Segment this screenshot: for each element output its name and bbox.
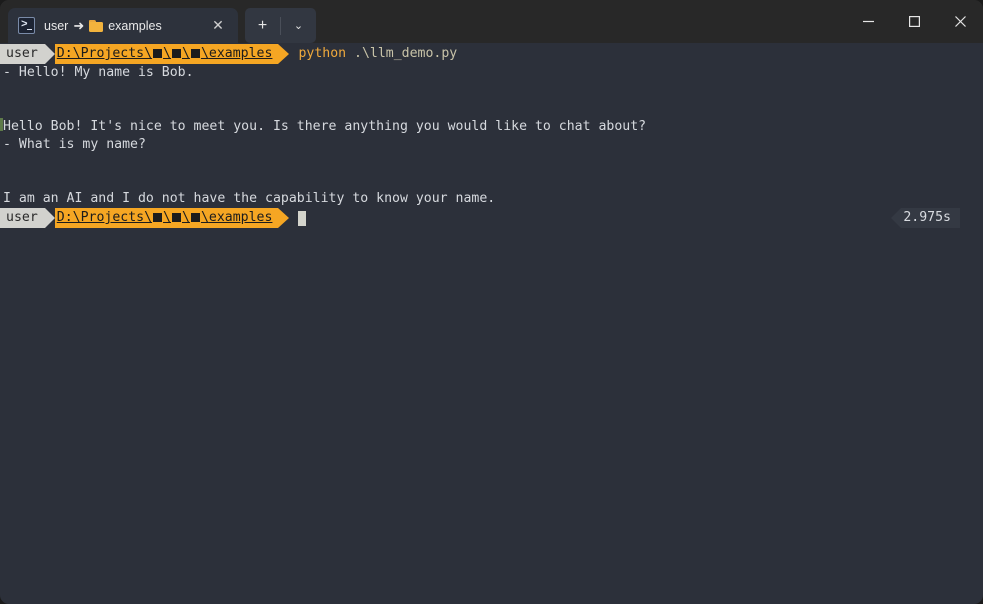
prompt-path-prefix: D:\Projects\	[56, 46, 153, 61]
duration-badge: 2.975s	[891, 208, 960, 228]
minimize-button[interactable]	[845, 0, 891, 43]
tab-title-folder: examples	[108, 18, 162, 33]
chevron-down-icon[interactable]: ⌄	[281, 8, 316, 43]
tab-actions: + ⌄	[245, 8, 316, 43]
tab-title-user: user	[44, 18, 69, 33]
output-line: I am an AI and I do not have the capabil…	[3, 191, 496, 206]
arrow-right-icon: ➜	[73, 17, 85, 33]
prompt-path-sep-1: \	[163, 210, 171, 225]
terminal-window: user ➜ examples ✕ + ⌄	[0, 0, 983, 604]
prompt-user-segment: user	[0, 44, 45, 64]
prompt-path-prefix: D:\Projects\	[56, 210, 153, 225]
prompt-line-1: user D:\Projects\ \ \ \ examples python .\ll…	[0, 44, 983, 64]
command-line: python .\llm_demo.py	[289, 44, 457, 64]
missing-glyph-box-icon	[190, 48, 200, 58]
command-argument: .\llm_demo.py	[354, 46, 458, 61]
prompt-separator-icon	[278, 208, 290, 228]
missing-glyph-box-icon	[153, 48, 163, 58]
duration-separator-icon	[891, 208, 902, 228]
prompt-path-sep-2: \	[182, 210, 190, 225]
output-line	[0, 100, 983, 131]
command-keyword: python	[298, 46, 347, 61]
output-line: Hello Bob! It's nice to meet you. Is the…	[3, 119, 647, 134]
terminal-body[interactable]: user D:\Projects\ \ \ \ examples python .\ll…	[0, 43, 983, 604]
powershell-terminal-icon	[18, 17, 35, 34]
prompt-path-segment: D:\Projects\ \ \ \ examples	[54, 44, 279, 64]
maximize-button[interactable]	[891, 0, 937, 43]
prompt-path-suffix: examples	[208, 210, 273, 225]
missing-glyph-box-icon	[172, 48, 181, 58]
title-bar: user ➜ examples ✕ + ⌄	[0, 0, 983, 43]
text-cursor	[298, 210, 307, 226]
close-button[interactable]	[937, 0, 983, 43]
prompt-path-suffix: examples	[208, 46, 273, 61]
prompt-user-segment: user	[0, 208, 45, 228]
missing-glyph-box-icon	[153, 212, 163, 222]
tab-strip: user ➜ examples ✕ + ⌄	[0, 0, 316, 43]
prompt-path-sep-3: \	[200, 210, 209, 225]
prompt-separator-icon	[44, 208, 55, 228]
prompt-path-sep-1: \	[163, 46, 171, 61]
missing-glyph-box-icon	[190, 212, 200, 222]
tab-user-examples[interactable]: user ➜ examples ✕	[8, 8, 238, 43]
prompt-path-sep-2: \	[182, 46, 190, 61]
new-tab-button[interactable]: +	[245, 8, 280, 43]
prompt-path-sep-3: \	[200, 46, 209, 61]
folder-icon	[89, 19, 104, 32]
tab-title: user ➜ examples	[44, 18, 204, 34]
prompt-separator-icon	[278, 44, 290, 64]
close-icon[interactable]: ✕	[204, 12, 232, 40]
output-line: - Hello! My name is Bob.	[3, 65, 194, 80]
prompt-line-2: user D:\Projects\ \ \ \ examples 2.975s	[0, 208, 983, 228]
prompt-path-segment: D:\Projects\ \ \ \ examples	[54, 208, 279, 228]
missing-glyph-box-icon	[172, 212, 181, 222]
duration-value: 2.975s	[901, 208, 960, 228]
window-controls	[845, 0, 983, 43]
output-line: - What is my name?	[3, 137, 146, 152]
prompt-separator-icon	[44, 44, 55, 64]
